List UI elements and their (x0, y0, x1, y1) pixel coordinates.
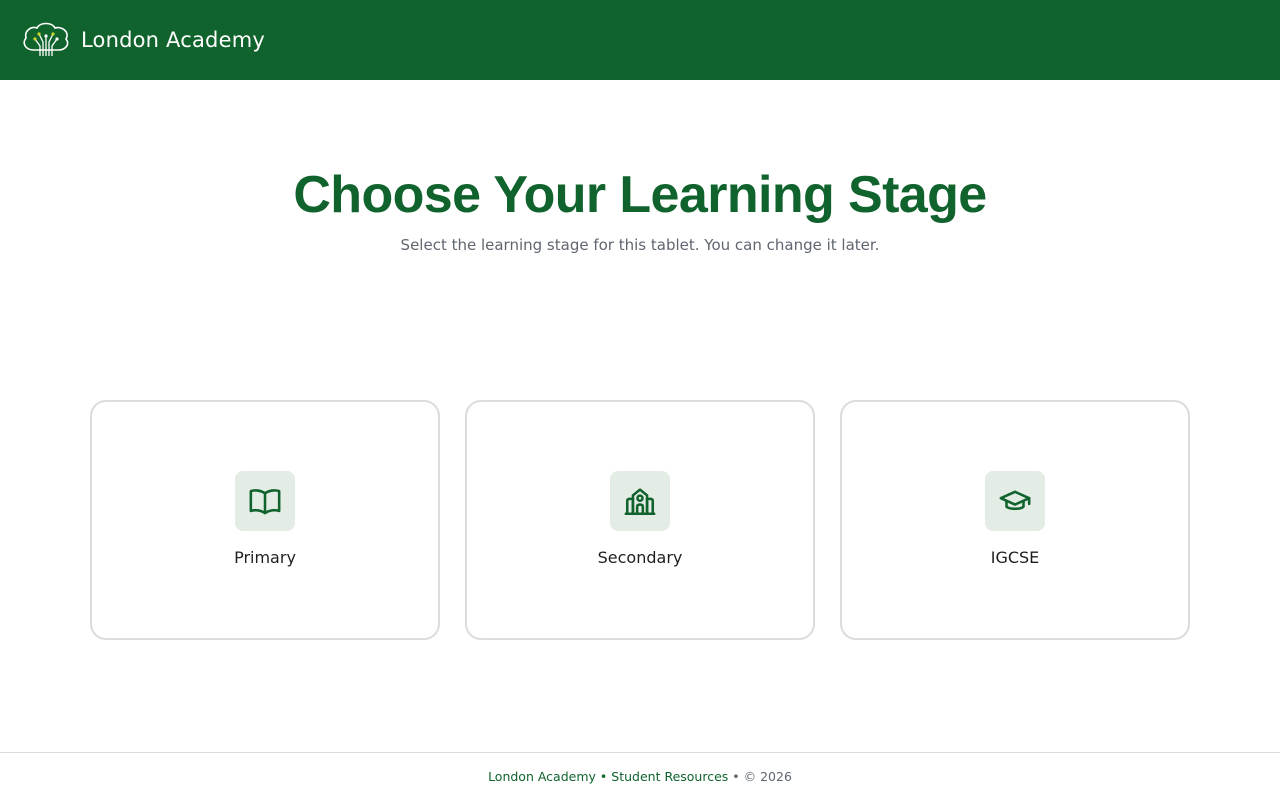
tree-circuit-logo-icon (20, 20, 72, 60)
page-footer: London Academy • Student Resources • © 2… (0, 752, 1280, 800)
page-title: Choose Your Learning Stage (293, 166, 987, 224)
graduation-cap-icon (985, 471, 1045, 531)
footer-copyright: • © 2026 (732, 769, 792, 784)
school-building-icon (610, 471, 670, 531)
page-subtitle: Select the learning stage for this table… (400, 236, 880, 254)
stage-options: Primary Secondary IGCSE (90, 400, 1190, 640)
app-header: London Academy (0, 0, 1280, 80)
stage-card-primary[interactable]: Primary (90, 400, 440, 640)
stage-label-secondary: Secondary (597, 548, 683, 567)
footer-resources-link[interactable]: Student Resources (611, 769, 728, 784)
footer-separator: • (599, 769, 608, 784)
stage-label-primary: Primary (234, 548, 296, 567)
stage-card-igcse[interactable]: IGCSE (840, 400, 1190, 640)
stage-label-igcse: IGCSE (990, 548, 1040, 567)
open-book-icon (235, 471, 295, 531)
stage-card-secondary[interactable]: Secondary (465, 400, 815, 640)
hero-section: Choose Your Learning Stage Select the le… (0, 162, 1280, 254)
app-brand-name: London Academy (81, 28, 265, 52)
footer-brand-link[interactable]: London Academy (488, 769, 596, 784)
